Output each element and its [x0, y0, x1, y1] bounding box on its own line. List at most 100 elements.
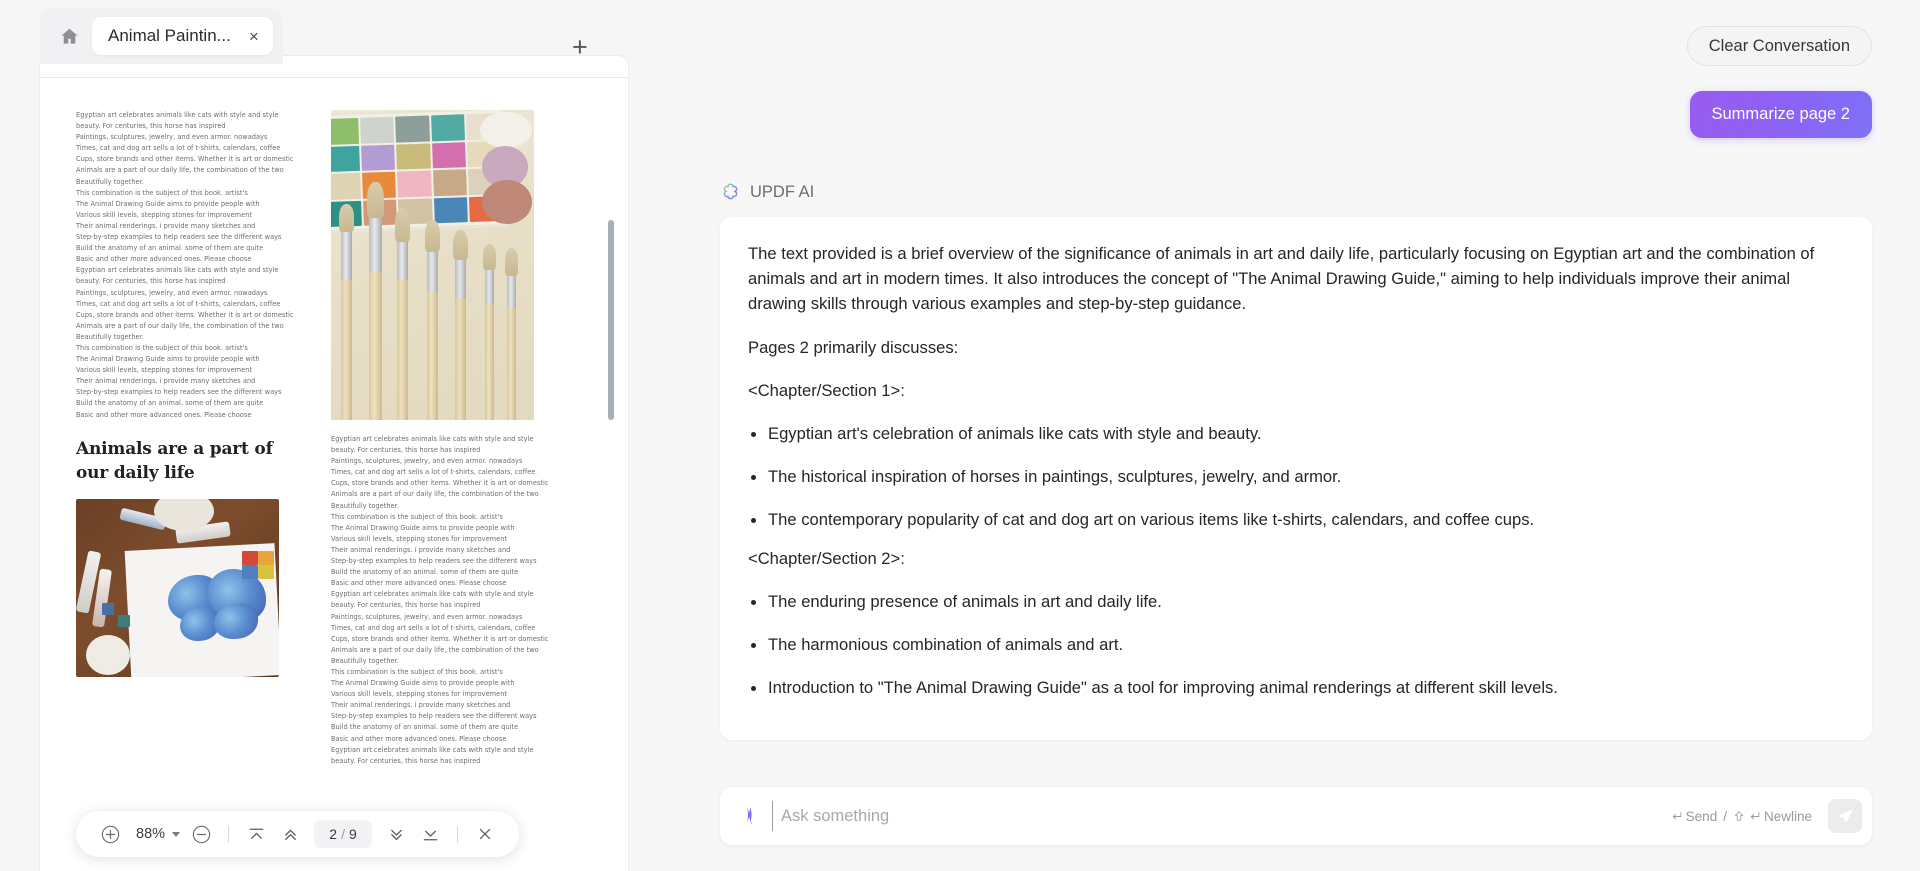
- tab-strip: Animal Paintin... ×: [40, 8, 283, 64]
- assistant-response-card: The text provided is a brief overview of…: [720, 217, 1872, 740]
- zoom-in-button[interactable]: [94, 818, 126, 850]
- assistant-header: UPDF AI: [720, 182, 1872, 203]
- page-text-line: Animals are a part of our daily life, th…: [331, 490, 539, 499]
- shift-key-icon: [1734, 811, 1744, 821]
- page-text-line: Paintings, sculptures, jewelry, and even…: [76, 288, 268, 297]
- home-icon: [60, 28, 78, 44]
- close-icon: [479, 828, 491, 840]
- double-chevron-down-icon: [390, 829, 402, 840]
- page-text-line: Cups, store brands and other items. Whet…: [76, 310, 294, 319]
- document-canvas[interactable]: Egyptian art celebrates animals like cat…: [40, 56, 628, 871]
- clear-conversation-button[interactable]: Clear Conversation: [1686, 26, 1872, 66]
- page-text-line: Egyptian art celebrates animals like cat…: [76, 111, 279, 119]
- page-text-line: Paintings, sculptures, jewelry, and even…: [76, 133, 268, 142]
- close-toolbar-button[interactable]: [469, 818, 501, 850]
- response-section1-bullets: Egyptian art's celebration of animals li…: [748, 421, 1844, 532]
- page-text-line: Their animal renderings. i provide many …: [76, 221, 256, 230]
- page-text-line: Times, cat and dog art sells a lot of t-…: [331, 468, 536, 477]
- paints-and-brushes-image: [331, 110, 534, 420]
- enter-key-icon: [1672, 811, 1681, 819]
- minus-circle-icon: [192, 825, 210, 843]
- message-composer: Send / Newline: [720, 787, 1872, 845]
- page-text-line: The Animal Drawing Guide aims to provide…: [76, 355, 260, 364]
- toolbar-divider-2: [457, 825, 459, 843]
- newline-shortcut: Newline: [1733, 809, 1812, 824]
- page-text-line: Their animal renderings. i provide many …: [76, 377, 256, 386]
- page-text-line: Egyptian art celebrates animals like cat…: [331, 590, 534, 599]
- last-page-button[interactable]: [414, 818, 446, 850]
- new-tab-button[interactable]: +: [563, 30, 597, 64]
- page-heading: Animals are a part of our daily life: [76, 438, 273, 483]
- next-page-button[interactable]: [380, 818, 412, 850]
- chevron-down-icon: [172, 831, 181, 837]
- send-shortcut: Send: [1670, 808, 1718, 824]
- toolbar-divider: [228, 825, 230, 843]
- page-text-line: Times, cat and dog art sells a lot of t-…: [76, 299, 281, 308]
- send-icon: [1838, 808, 1853, 823]
- tab-bar: Animal Paintin... × +: [0, 0, 672, 64]
- page-column-right: Egyptian art celebrates animals like cat…: [331, 110, 586, 767]
- list-item: The harmonious combination of animals an…: [748, 632, 1844, 657]
- page-text-line: Step-by-step examples to help readers se…: [76, 233, 282, 242]
- previous-page-button[interactable]: [274, 818, 306, 850]
- current-page-number: 2: [329, 826, 338, 842]
- ask-something-input[interactable]: [772, 801, 1658, 831]
- enter-key-icon-2: [1750, 811, 1760, 819]
- page-text-line: Egyptian art celebrates animals like cat…: [76, 266, 279, 275]
- updf-ai-logo-icon: [723, 183, 738, 200]
- hint-separator: /: [1723, 808, 1727, 824]
- page-text-line: Animals are a part of our daily life, th…: [76, 166, 284, 175]
- page-text-line: Step-by-step examples to help readers se…: [331, 557, 537, 566]
- total-page-count: 9: [348, 826, 357, 842]
- page-text-line: Their animal renderings. i provide many …: [331, 701, 511, 710]
- page-text-line: Various skill levels, stepping stones fo…: [331, 534, 508, 543]
- page-text-line: This combination is the subject of this …: [331, 512, 503, 521]
- first-page-button[interactable]: [240, 818, 272, 850]
- composer-shortcut-hint: Send / Newline: [1670, 809, 1812, 824]
- last-page-icon: [423, 830, 437, 840]
- page-text-line: Step-by-step examples to help readers se…: [76, 388, 282, 397]
- pdf-viewer-pane: Animal Paintin... × + Egyptian art celeb…: [0, 0, 672, 871]
- page-text-line: Basic and other more advanced ones. Plea…: [76, 410, 252, 419]
- zoom-level-selector[interactable]: 88%: [128, 826, 183, 842]
- page-text-line: beauty. For centuries, this horse has in…: [76, 277, 226, 286]
- page-number-input[interactable]: 2 / 9: [314, 820, 373, 848]
- page-text-line: beauty. For centuries, this horse has in…: [331, 601, 481, 610]
- list-item: The historical inspiration of horses in …: [748, 464, 1844, 489]
- page-text-block-2: Egyptian art celebrates animals like cat…: [331, 434, 586, 767]
- zoom-out-button[interactable]: [185, 818, 217, 850]
- send-hint-label: Send: [1685, 808, 1718, 824]
- page-text-line: beauty. For centuries, this horse has in…: [331, 446, 481, 455]
- sparkle-icon: [747, 807, 752, 825]
- list-item: The contemporary popularity of cat and d…: [748, 507, 1844, 532]
- list-item: Egyptian art's celebration of animals li…: [748, 421, 1844, 446]
- response-section1-label: <Chapter/Section 1>:: [748, 381, 905, 400]
- butterfly-painting-image: [76, 498, 279, 677]
- pdf-scrollbar-thumb[interactable]: [608, 220, 614, 420]
- page-text-line: This combination is the subject of this …: [76, 343, 248, 352]
- page-text-line: Animals are a part of our daily life, th…: [76, 321, 284, 330]
- page-text-line: Build the anatomy of an animal. some of …: [331, 568, 519, 577]
- page-text-line: Egyptian art celebrates animals like cat…: [331, 435, 534, 443]
- document-tab[interactable]: Animal Paintin... ×: [92, 17, 273, 55]
- page-text-line: The Animal Drawing Guide aims to provide…: [331, 523, 515, 532]
- page-text-line: Beautifully together.: [331, 656, 399, 665]
- close-tab-button[interactable]: ×: [245, 27, 263, 45]
- newline-hint-label: Newline: [1763, 808, 1812, 824]
- send-button[interactable]: [1828, 799, 1862, 833]
- page-text-line: Times, cat and dog art sells a lot of t-…: [76, 144, 281, 153]
- composer-area: Send / Newline: [672, 771, 1920, 871]
- page-text-line: Animals are a part of our daily life, th…: [331, 645, 539, 654]
- pdf-scrollbar-track[interactable]: [608, 112, 621, 871]
- user-message-bubble: Summarize page 2: [1689, 91, 1872, 138]
- pdf-page-2: Egyptian art celebrates animals like cat…: [40, 78, 628, 871]
- ai-pane-header: Clear Conversation: [672, 0, 1920, 66]
- page-text-line: Various skill levels, stepping stones fo…: [76, 366, 253, 375]
- assistant-name: UPDF AI: [750, 183, 815, 201]
- list-item: The enduring presence of animals in art …: [748, 589, 1844, 614]
- page-text-line: Basic and other more advanced ones. Plea…: [76, 255, 252, 264]
- page-text-line: Various skill levels, stepping stones fo…: [331, 690, 508, 699]
- home-button[interactable]: [52, 19, 86, 53]
- chat-message-list[interactable]: Summarize page 2 UPDF AI The text provid…: [672, 66, 1920, 771]
- user-message-row: Summarize page 2: [672, 91, 1872, 138]
